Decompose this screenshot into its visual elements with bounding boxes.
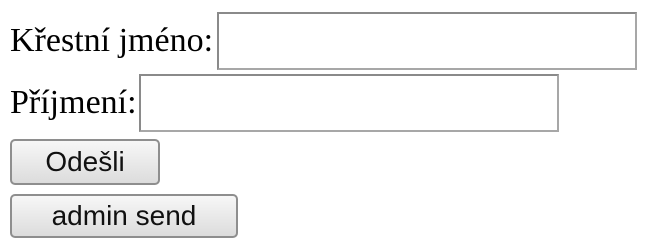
last-name-label: Příjmení: [10,84,137,121]
admin-send-row: admin send [10,194,238,238]
first-name-row: Křestní jméno: [10,12,638,70]
admin-send-button[interactable]: admin send [10,194,238,238]
send-button[interactable]: Odešli [10,139,160,185]
last-name-input[interactable] [138,74,559,132]
send-row: Odešli [10,138,160,186]
first-name-label: Křestní jméno: [10,22,214,59]
first-name-input[interactable] [217,12,638,70]
last-name-row: Příjmení: [10,74,559,132]
